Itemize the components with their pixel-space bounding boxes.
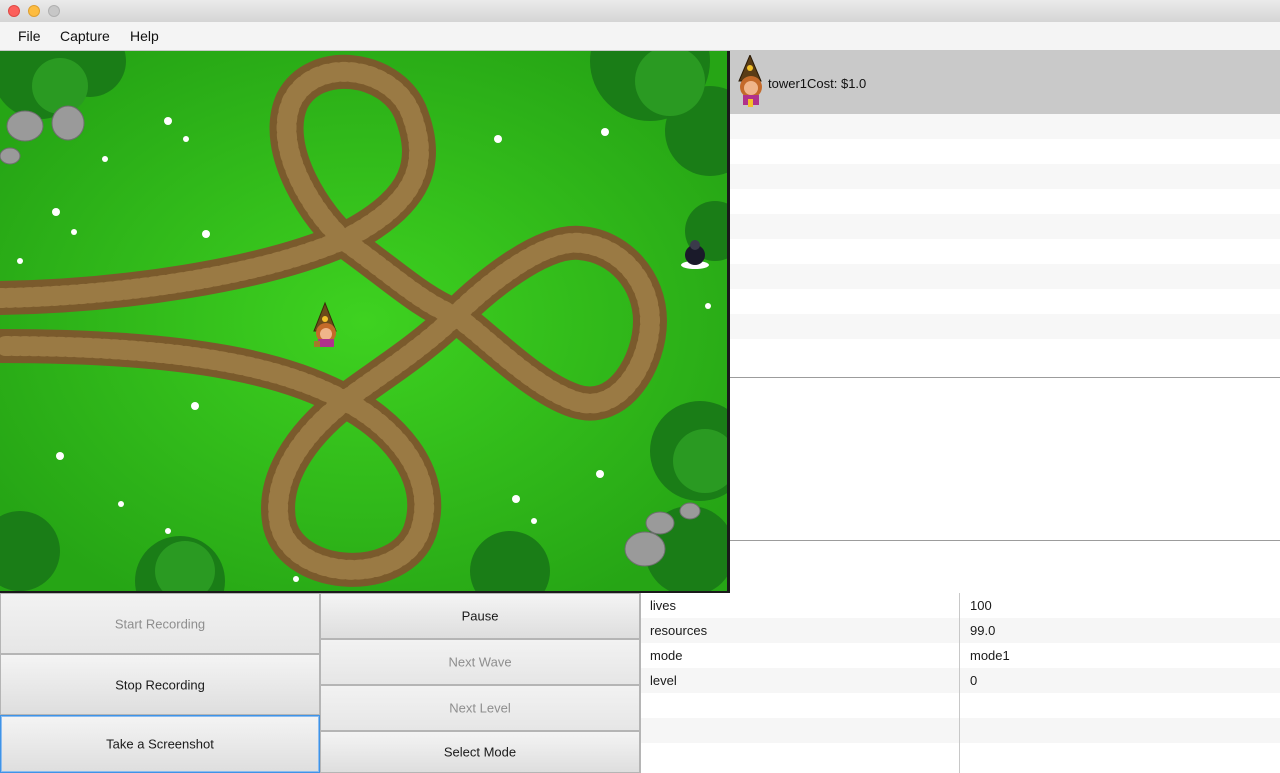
maximize-window-button[interactable] [48, 5, 60, 17]
tower-cost-label: tower1Cost: $1.0 [768, 76, 867, 91]
wizard-monkey-tower-icon [738, 55, 762, 107]
table-row: lives 100 [641, 593, 1280, 618]
menu-capture[interactable]: Capture [60, 28, 110, 44]
list-item [730, 314, 1280, 339]
list-item [730, 139, 1280, 164]
tower-store-item[interactable]: tower1Cost: $1.0 [730, 51, 1280, 114]
window-titlebar [0, 0, 1280, 23]
pause-button[interactable]: Pause [320, 593, 640, 639]
secondary-info-panel [730, 541, 1280, 593]
table-row: level 0 [641, 668, 1280, 693]
stat-value: 100 [970, 598, 992, 613]
minimize-window-button[interactable] [28, 5, 40, 17]
start-recording-button[interactable]: Start Recording [0, 593, 320, 654]
menu-help[interactable]: Help [130, 28, 159, 44]
list-item [730, 164, 1280, 189]
stat-value: 99.0 [970, 623, 996, 638]
list-item [730, 339, 1280, 364]
stat-key: level [650, 673, 677, 688]
take-screenshot-button[interactable]: Take a Screenshot [0, 715, 320, 773]
list-item [730, 289, 1280, 314]
list-item [730, 114, 1280, 139]
menu-bar: File Capture Help [0, 22, 1280, 51]
list-item [730, 264, 1280, 289]
list-item [730, 189, 1280, 214]
game-map[interactable] [0, 51, 728, 592]
next-wave-button[interactable]: Next Wave [320, 639, 640, 685]
stat-value: 0 [970, 673, 978, 688]
select-mode-button[interactable]: Select Mode [320, 731, 640, 773]
column-divider [959, 593, 960, 773]
table-row: resources 99.0 [641, 618, 1280, 643]
next-level-button[interactable]: Next Level [320, 685, 640, 731]
map-canvas[interactable] [0, 51, 728, 592]
menu-file[interactable]: File [18, 28, 41, 44]
stat-key: resources [650, 623, 708, 638]
list-item [730, 239, 1280, 264]
table-row [641, 743, 1280, 768]
game-stats-table: lives 100 resources 99.0 mode mode1 leve… [640, 593, 1280, 773]
table-row: mode mode1 [641, 643, 1280, 668]
list-item [730, 214, 1280, 239]
table-row [641, 718, 1280, 743]
stat-key: lives [650, 598, 677, 613]
stat-key: mode [650, 648, 683, 663]
tower-info-panel [730, 378, 1280, 541]
tower-store-list[interactable]: tower1Cost: $1.0 [730, 51, 1280, 378]
stop-recording-button[interactable]: Stop Recording [0, 654, 320, 715]
stat-value: mode1 [970, 648, 1010, 663]
table-row [641, 693, 1280, 718]
close-window-button[interactable] [8, 5, 20, 17]
